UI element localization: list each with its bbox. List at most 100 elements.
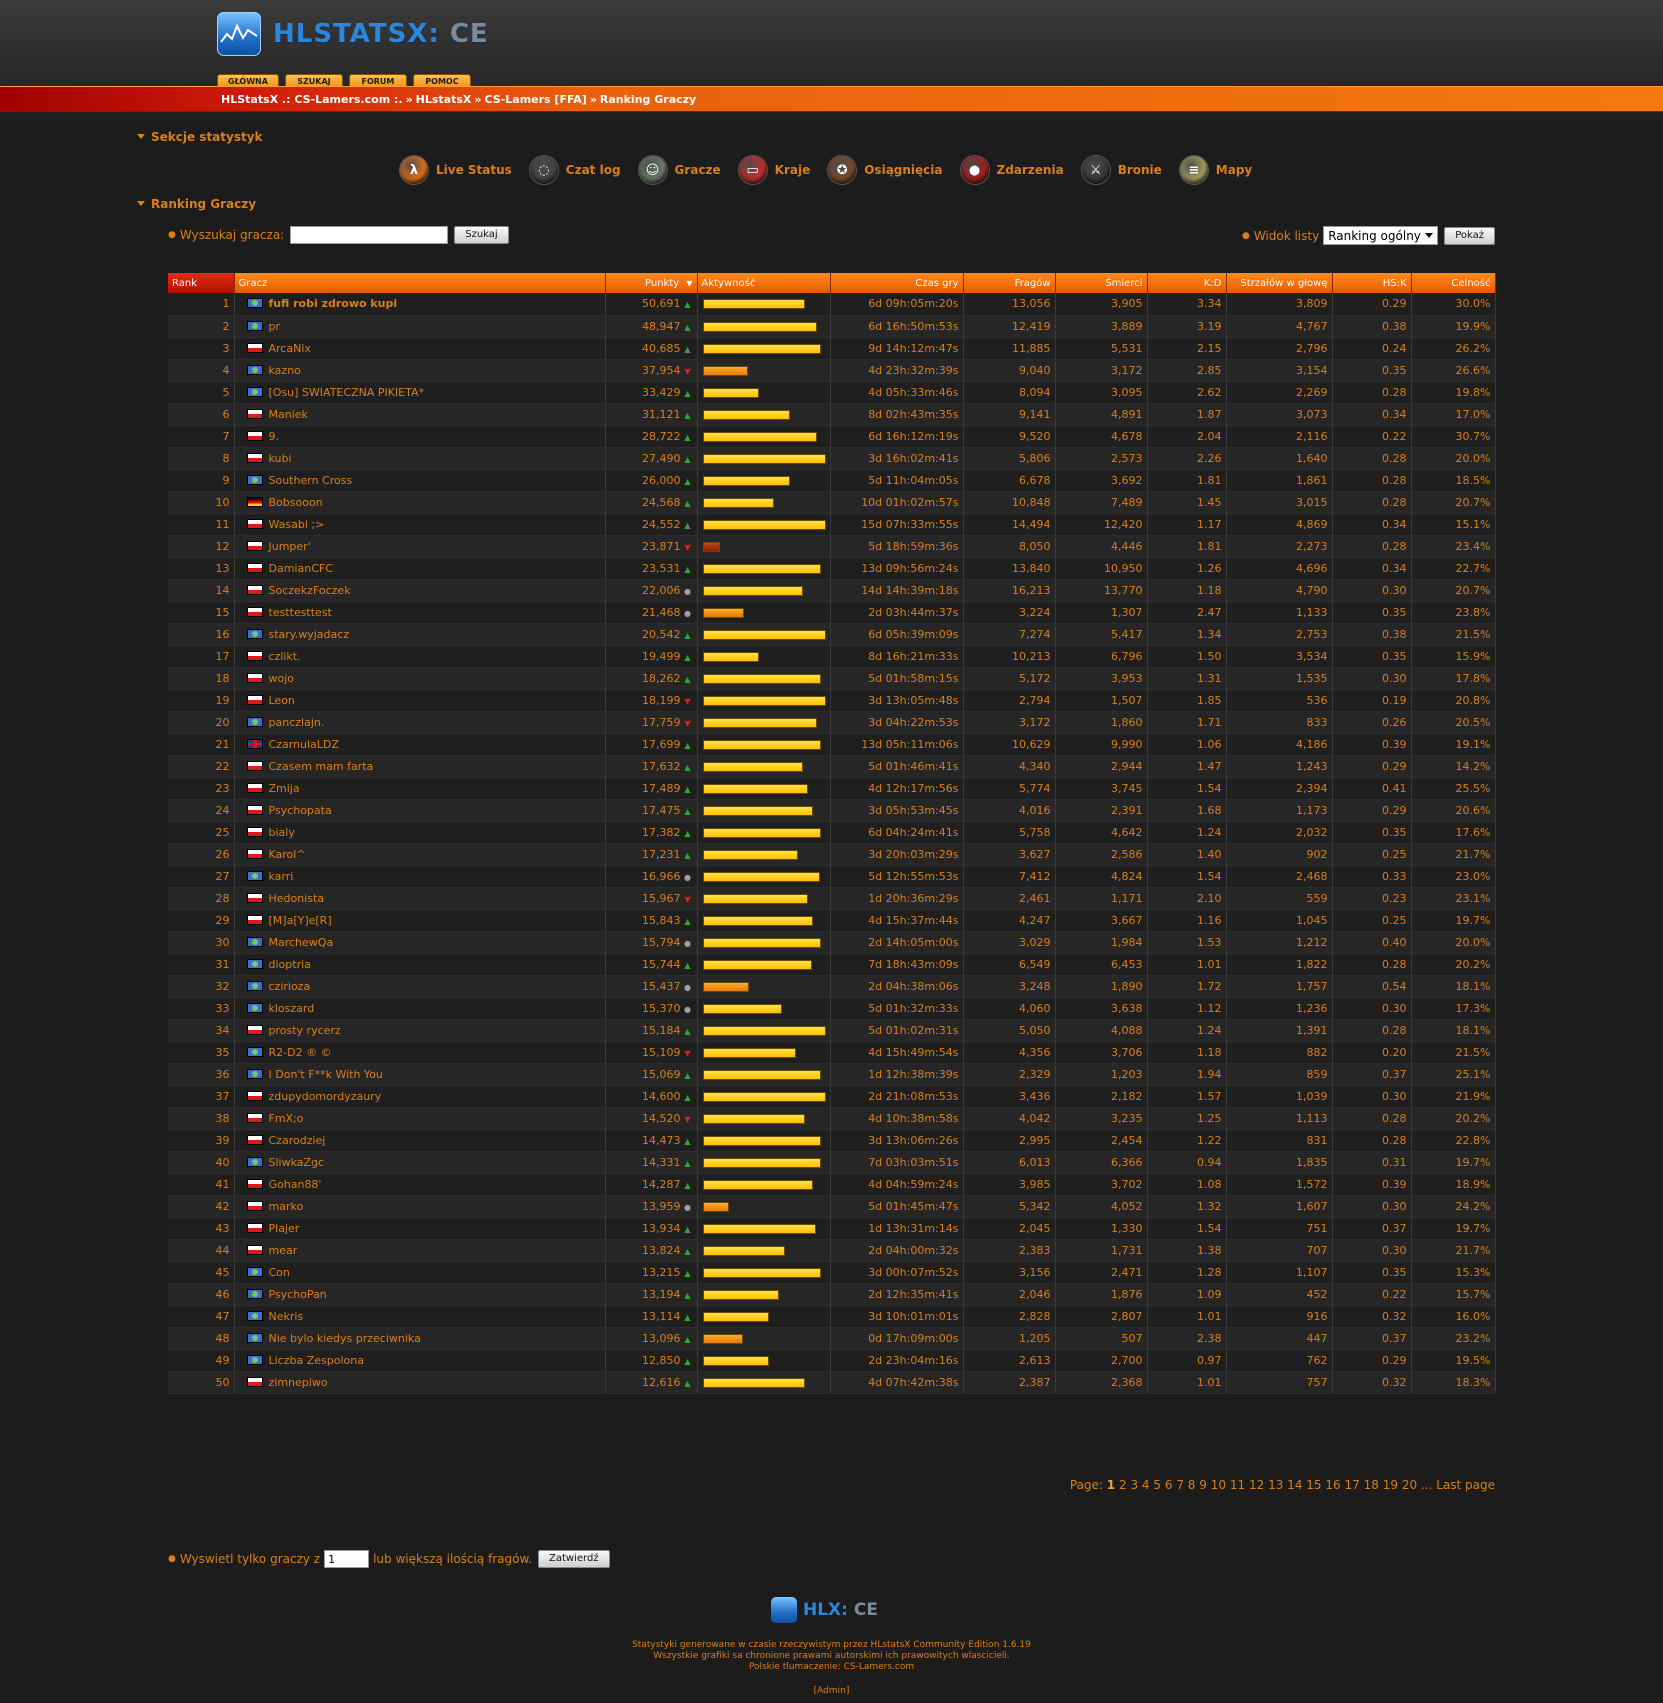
cell-player[interactable]: I Don't F**k With You (234, 1063, 606, 1086)
cell-player[interactable]: [M]a[Y]e[R] (234, 909, 606, 932)
cell-player[interactable]: Czarodziej (234, 1129, 606, 1152)
col-kd[interactable]: K:D (1147, 273, 1227, 293)
cell-player[interactable]: Southern Cross (234, 469, 606, 492)
cell-player[interactable]: SliwkaZgc (234, 1151, 606, 1174)
player-name-link[interactable]: ArcaNix (269, 342, 311, 355)
page-link[interactable]: 13 (1268, 1478, 1283, 1492)
player-name-link[interactable]: Jumper' (269, 540, 311, 553)
player-name-link[interactable]: dioptria (269, 958, 311, 971)
player-name-link[interactable]: Zmija (269, 782, 300, 795)
cell-player[interactable]: stary.wyjadacz (234, 623, 606, 646)
player-name-link[interactable]: kloszard (269, 1002, 315, 1015)
show-button[interactable]: Pokaż (1444, 226, 1495, 245)
player-name-link[interactable]: karri (269, 870, 294, 883)
cell-player[interactable]: Bobsooon (234, 491, 606, 514)
section-czat-log[interactable]: ◌ Czat log (529, 156, 621, 184)
page-link[interactable]: 15 (1306, 1478, 1321, 1492)
cell-player[interactable]: Liczba Zespolona (234, 1349, 606, 1372)
cell-player[interactable]: Plajer (234, 1217, 606, 1240)
col-rank[interactable]: Rank (168, 273, 235, 293)
player-name-link[interactable]: DamianCFC (269, 562, 333, 575)
cell-player[interactable]: kloszard (234, 997, 606, 1020)
page-link[interactable]: 10 (1211, 1478, 1226, 1492)
player-name-link[interactable]: Karol^ (269, 848, 306, 861)
cell-player[interactable]: kazno (234, 359, 606, 382)
cell-player[interactable]: FmX;o (234, 1107, 606, 1130)
cell-player[interactable]: prosty rycerz (234, 1019, 606, 1042)
cell-player[interactable]: kubi (234, 447, 606, 470)
cell-player[interactable]: testtesttest (234, 601, 606, 624)
player-name-link[interactable]: wojo (269, 672, 295, 685)
page-link[interactable]: 6 (1165, 1478, 1173, 1492)
player-name-link[interactable]: [Osu] SWIATECZNA PIKIETA* (269, 386, 425, 399)
cell-player[interactable]: karri (234, 865, 606, 888)
page-link[interactable]: 9 (1199, 1478, 1207, 1492)
cell-player[interactable]: DamianCFC (234, 557, 606, 580)
cell-player[interactable]: [Osu] SWIATECZNA PIKIETA* (234, 381, 606, 404)
page-link[interactable]: 18 (1364, 1478, 1379, 1492)
cell-player[interactable]: Nie bylo kiedys przeciwnika (234, 1327, 606, 1350)
page-link[interactable]: 8 (1188, 1478, 1196, 1492)
col-hsk[interactable]: HS:K (1332, 273, 1412, 293)
player-name-link[interactable]: Nie bylo kiedys przeciwnika (269, 1332, 421, 1345)
player-name-link[interactable]: Hedonista (269, 892, 325, 905)
section-bronie[interactable]: ⚔ Bronie (1081, 156, 1162, 184)
player-name-link[interactable]: zdupydomordyzaury (269, 1090, 382, 1103)
section-live-status[interactable]: λ Live Status (400, 156, 512, 184)
page-link[interactable]: 5 (1153, 1478, 1161, 1492)
cell-player[interactable]: Gohan88' (234, 1173, 606, 1196)
page-link[interactable]: 19 (1383, 1478, 1398, 1492)
col-frags[interactable]: Fragów (963, 273, 1056, 293)
col-player[interactable]: Gracz (234, 273, 606, 293)
player-name-link[interactable]: marko (269, 1200, 304, 1213)
player-name-link[interactable]: panczlajn. (269, 716, 325, 729)
admin-link[interactable]: [Admin] (0, 1686, 1663, 1696)
cell-player[interactable]: Psychopata (234, 799, 606, 822)
player-name-link[interactable]: zimnepiwo (269, 1376, 328, 1389)
col-headshots[interactable]: Strzałów w głowę (1226, 273, 1333, 293)
cell-player[interactable]: Jumper' (234, 535, 606, 558)
player-name-link[interactable]: Czasem mam farta (269, 760, 374, 773)
cell-player[interactable]: wojo (234, 667, 606, 690)
player-name-link[interactable]: fufi robi zdrowo kupi (269, 297, 398, 310)
player-name-link[interactable]: I Don't F**k With You (269, 1068, 383, 1081)
cell-player[interactable]: zimnepiwo (234, 1371, 606, 1394)
col-points[interactable]: Punkty ▼ (605, 273, 698, 293)
player-name-link[interactable]: PsychoPan (269, 1288, 327, 1301)
cell-player[interactable]: Zmija (234, 777, 606, 800)
search-input[interactable] (290, 226, 449, 244)
cell-player[interactable]: Wasabi ;> (234, 513, 606, 536)
page-link[interactable]: 2 (1119, 1478, 1127, 1492)
page-link[interactable]: 17 (1345, 1478, 1360, 1492)
col-activity[interactable]: Aktywność (697, 273, 831, 293)
player-name-link[interactable]: [M]a[Y]e[R] (269, 914, 332, 927)
section-osi-gni-cia[interactable]: ✪ Osiągnięcia (828, 156, 943, 184)
cell-player[interactable]: CzarnulaLDZ (234, 733, 606, 756)
min-frags-input[interactable] (324, 1550, 370, 1568)
cell-player[interactable]: panczlajn. (234, 711, 606, 734)
player-name-link[interactable]: stary.wyjadacz (269, 628, 350, 641)
cell-player[interactable]: Hedonista (234, 887, 606, 910)
cell-player[interactable]: 9. (234, 425, 606, 448)
player-name-link[interactable]: Bobsooon (269, 496, 323, 509)
page-link[interactable]: 12 (1249, 1478, 1264, 1492)
player-name-link[interactable]: Wasabi ;> (269, 518, 325, 531)
search-button[interactable]: Szukaj (454, 226, 509, 244)
player-name-link[interactable]: Czarodziej (269, 1134, 326, 1147)
player-name-link[interactable]: czirioza (269, 980, 311, 993)
cell-player[interactable]: Czasem mam farta (234, 755, 606, 778)
section-zdarzenia[interactable]: ● Zdarzenia (960, 156, 1064, 184)
page-link[interactable]: 7 (1176, 1478, 1184, 1492)
last-page-link[interactable]: Last page (1436, 1478, 1495, 1492)
page-link[interactable]: 14 (1287, 1478, 1302, 1492)
player-name-link[interactable]: Liczba Zespolona (269, 1354, 364, 1367)
player-name-link[interactable]: Nekris (269, 1310, 304, 1323)
section-mapy[interactable]: ≡ Mapy (1179, 156, 1252, 184)
player-name-link[interactable]: Gohan88' (269, 1178, 322, 1191)
breadcrumb-server[interactable]: CS-Lamers [FFA] (485, 93, 587, 106)
player-name-link[interactable]: kazno (269, 364, 301, 377)
cell-player[interactable]: Maniek (234, 403, 606, 426)
col-deaths[interactable]: Śmierci (1055, 273, 1148, 293)
player-name-link[interactable]: czlikt. (269, 650, 301, 663)
cell-player[interactable]: Leon (234, 689, 606, 712)
